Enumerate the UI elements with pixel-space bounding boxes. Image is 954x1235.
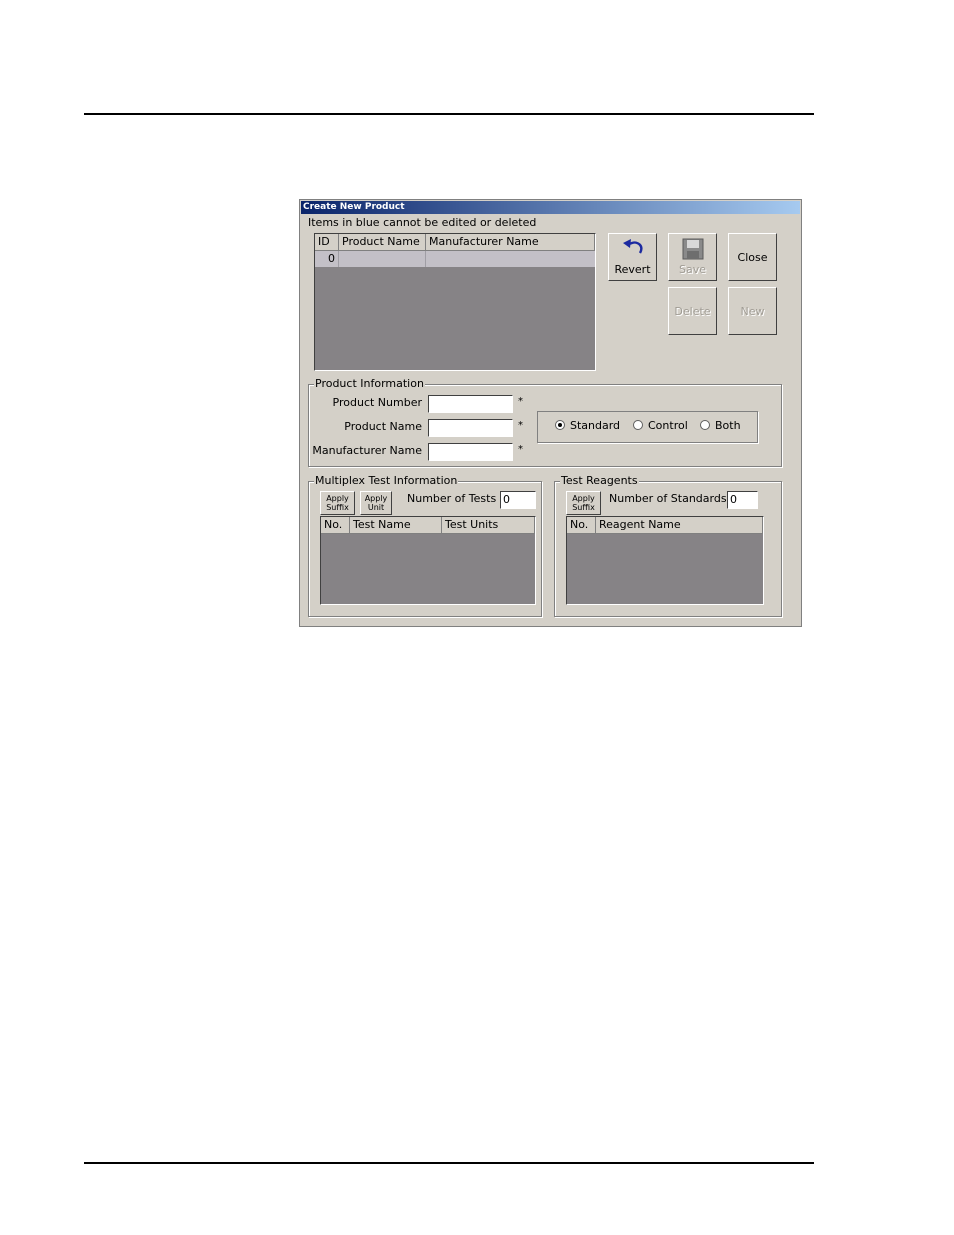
close-label: Close [737,251,768,264]
notice-text: Items in blue cannot be edited or delete… [308,216,537,229]
required-marker: * [518,420,523,431]
test-reagents-legend: Test Reagents [560,474,639,488]
number-of-tests-label: Number of Tests [407,492,497,505]
delete-label: Delete [674,305,711,318]
column-header-reagent-name[interactable]: Reagent Name [596,517,763,534]
page-bottom-rule [84,1162,814,1164]
manufacturer-name-label: Manufacturer Name [312,444,422,457]
radio-control-indicator [633,420,643,430]
test-reagents-group: Test Reagents Apply Suffix Number of Stan… [554,474,782,617]
radio-standard-label: Standard [570,419,621,432]
reagents-table-header: No. Reagent Name [567,517,763,534]
product-name-input[interactable] [428,419,513,437]
required-marker: * [518,444,523,455]
column-header-manufacturer-name[interactable]: Manufacturer Name [426,234,595,251]
product-type-radio-group: Standard Control Both [537,411,758,443]
cell-product-name [339,251,426,267]
column-header-no[interactable]: No. [567,517,596,534]
revert-label: Revert [614,263,651,276]
new-button[interactable]: New [728,287,777,335]
cell-id: 0 [315,251,339,267]
column-header-test-units[interactable]: Test Units [442,517,535,534]
number-of-tests-input[interactable]: 0 [500,491,536,509]
save-button[interactable]: Save [668,233,717,281]
multiplex-test-group: Multiplex Test Information Apply Suffix A… [308,474,542,617]
delete-button[interactable]: Delete [668,287,717,335]
radio-standard-indicator [555,420,565,430]
window-title: Create New Product [301,201,800,214]
manufacturer-name-input[interactable] [428,443,513,461]
floppy-disk-icon [682,238,704,263]
undo-arrow-icon [620,238,646,261]
required-marker: * [518,396,523,407]
product-name-label: Product Name [344,420,422,433]
multiplex-test-legend: Multiplex Test Information [314,474,459,488]
revert-button[interactable]: Revert [608,233,657,281]
products-table-header: ID Product Name Manufacturer Name [315,234,595,251]
number-of-standards-input[interactable]: 0 [727,491,758,509]
radio-both-indicator [700,420,710,430]
table-row[interactable]: 0 [315,251,595,267]
apply-suffix-button[interactable]: Apply Suffix [566,491,601,515]
radio-both[interactable]: Both [700,419,741,432]
reagents-table[interactable]: No. Reagent Name [566,516,764,605]
radio-control[interactable]: Control [633,419,688,432]
create-product-window: Create New Product Items in blue cannot … [299,199,802,627]
close-button[interactable]: Close [728,233,777,281]
column-header-test-name[interactable]: Test Name [350,517,442,534]
product-information-legend: Product Information [314,377,425,391]
number-of-standards-label: Number of Standards [609,492,727,505]
cell-manufacturer-name [426,251,595,267]
product-number-input[interactable] [428,395,513,413]
radio-control-label: Control [648,419,688,432]
apply-suffix-button[interactable]: Apply Suffix [320,491,355,515]
new-label: New [740,305,765,318]
product-information-group: Product Information Product Number * Pro… [308,377,782,467]
apply-unit-button[interactable]: Apply Unit [360,491,392,515]
save-label: Save [678,263,706,276]
column-header-product-name[interactable]: Product Name [339,234,426,251]
radio-both-label: Both [715,419,741,432]
products-table[interactable]: ID Product Name Manufacturer Name 0 [314,233,596,371]
page-top-rule [84,113,814,115]
tests-table-header: No. Test Name Test Units [321,517,535,534]
column-header-id[interactable]: ID [315,234,339,251]
product-number-label: Product Number [332,396,422,409]
tests-table[interactable]: No. Test Name Test Units [320,516,536,605]
radio-standard[interactable]: Standard [555,419,620,432]
column-header-no[interactable]: No. [321,517,350,534]
